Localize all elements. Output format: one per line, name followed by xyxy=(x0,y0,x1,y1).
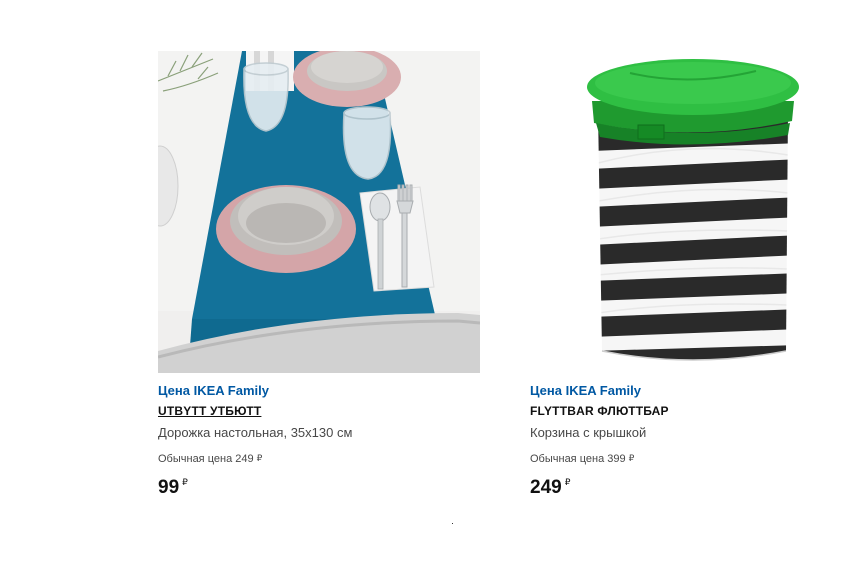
table-runner-photo-icon xyxy=(158,51,480,373)
ruble-icon: ₽ xyxy=(628,453,635,463)
product-name-link[interactable]: UTBYTT УТБЮТТ xyxy=(158,403,480,420)
product-image-laundry-basket[interactable] xyxy=(530,51,852,373)
price-value: 99 xyxy=(158,477,180,498)
family-price: 249 ₽ xyxy=(530,470,852,500)
product-card-utbytt[interactable]: Цена IKEA Family UTBYTT УТБЮТТ Дорожка н… xyxy=(158,51,480,500)
price-value: 249 xyxy=(530,477,562,498)
regular-price-text: Обычная цена 249 xyxy=(158,453,254,465)
product-description: Дорожка настольная, 35x130 см xyxy=(158,425,353,440)
product-name-link[interactable]: FLYTTBAR ФЛЮТТБАР xyxy=(530,403,852,420)
family-price-label: Цена IKEA Family xyxy=(158,383,269,398)
family-price-label: Цена IKEA Family xyxy=(530,383,641,398)
product-description: Корзина с крышкой xyxy=(530,425,647,440)
regular-price: Обычная цена 399 ₽ xyxy=(530,451,852,467)
decorative-dot xyxy=(452,523,453,524)
family-price: 99 ₽ xyxy=(158,470,480,500)
striped-laundry-basket-photo-icon xyxy=(530,51,852,373)
ruble-icon: ₽ xyxy=(564,477,571,487)
regular-price-text: Обычная цена 399 xyxy=(530,453,626,465)
product-image-table-runner[interactable] xyxy=(158,51,480,373)
regular-price: Обычная цена 249 ₽ xyxy=(158,451,480,467)
product-card-flyttbar[interactable]: Цена IKEA Family FLYTTBAR ФЛЮТТБАР Корзи… xyxy=(530,51,852,500)
ruble-icon: ₽ xyxy=(182,477,188,487)
product-listing: Цена IKEA Family UTBYTT УТБЮТТ Дорожка н… xyxy=(0,0,865,570)
ruble-icon: ₽ xyxy=(256,453,263,463)
